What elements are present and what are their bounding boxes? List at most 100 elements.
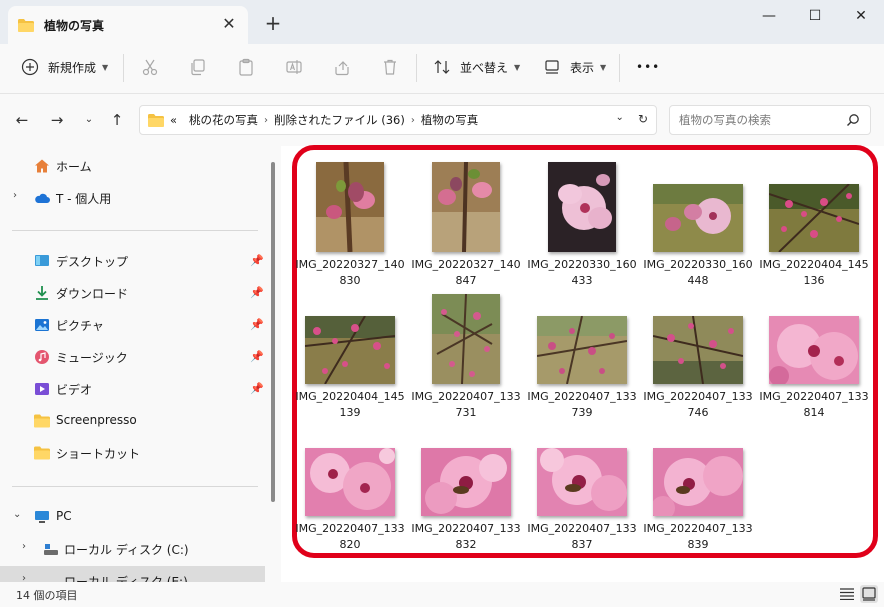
sidebar-item-downloads[interactable]: ダウンロード 📌 xyxy=(0,278,265,308)
cut-button[interactable] xyxy=(140,44,160,90)
back-arrow-icon[interactable]: ← xyxy=(12,110,32,130)
file-name: IMG_20220407_133746 xyxy=(643,390,753,419)
trash-icon xyxy=(380,57,400,77)
large-icons-view-icon[interactable] xyxy=(860,585,878,603)
sidebar-item-music[interactable]: ミュージック 📌 xyxy=(0,342,265,372)
sidebar-item-screenpresso[interactable]: Screenpresso xyxy=(0,406,265,436)
search-icon xyxy=(847,114,859,126)
chevron-down-icon: ▼ xyxy=(102,62,109,72)
maximize-button[interactable]: ☐ xyxy=(792,0,838,32)
file-item[interactable]: IMG_20220407_133731 xyxy=(411,292,521,422)
tab-plant-photos[interactable]: 植物の写真 ✕ xyxy=(8,6,248,44)
file-item[interactable]: IMG_20220404_145136 xyxy=(759,160,869,290)
share-button[interactable] xyxy=(332,44,352,90)
file-name: IMG_20220404_145139 xyxy=(295,390,405,419)
plus-circle-icon xyxy=(20,57,40,77)
paste-button[interactable] xyxy=(236,44,256,90)
sidebar-item-label: PC xyxy=(56,509,72,523)
file-item[interactable]: IMG_20220407_133739 xyxy=(527,292,637,422)
file-item[interactable]: IMG_20220407_133837 xyxy=(527,424,637,554)
rename-icon xyxy=(284,57,304,77)
new-button[interactable]: 新規作成 ▼ xyxy=(20,44,108,90)
view-button[interactable]: 表示 ▼ xyxy=(542,44,606,90)
photo-thumbnail xyxy=(305,316,395,384)
new-tab-button[interactable]: + xyxy=(262,12,284,34)
file-name: IMG_20220404_145136 xyxy=(759,258,869,287)
tab-close-button[interactable]: ✕ xyxy=(220,15,238,33)
view-button-label: 表示 xyxy=(570,60,595,75)
file-item[interactable]: IMG_20220407_133839 xyxy=(643,424,753,554)
search-input[interactable]: 植物の写真の検索 xyxy=(669,105,871,135)
folder-icon xyxy=(34,414,50,428)
refresh-icon[interactable]: ↻ xyxy=(638,112,648,126)
pin-icon[interactable]: 📌 xyxy=(250,382,264,395)
file-item[interactable]: IMG_20220407_133832 xyxy=(411,424,521,554)
file-item[interactable]: IMG_20220327_140830 xyxy=(295,160,405,290)
sidebar-item-label: ホーム xyxy=(56,160,92,174)
up-arrow-icon[interactable]: ↑ xyxy=(107,110,127,130)
sidebar-item-desktop[interactable]: デスクトップ 📌 xyxy=(0,246,265,276)
photo-thumbnail xyxy=(537,316,627,384)
sort-button[interactable]: 並べ替え ▼ xyxy=(432,44,520,90)
file-item[interactable]: IMG_20220330_160448 xyxy=(643,160,753,290)
close-window-button[interactable]: ✕ xyxy=(838,0,884,32)
chevron-down-icon[interactable]: ⌄ xyxy=(13,509,21,520)
forward-arrow-icon[interactable]: → xyxy=(47,110,67,130)
chevron-right-icon[interactable]: › xyxy=(22,573,26,582)
details-view-icon[interactable] xyxy=(838,585,856,603)
sidebar-item-onedrive[interactable]: › T - 個人用 xyxy=(0,183,265,213)
file-name: IMG_20220327_140830 xyxy=(295,258,405,287)
breadcrumb-item[interactable]: 植物の写真 xyxy=(421,112,479,128)
address-bar[interactable]: « 桃の花の写真 › 削除されたファイル (36) › 植物の写真 ⌄ ↻ xyxy=(139,105,657,135)
breadcrumb-item[interactable]: 削除されたファイル (36) xyxy=(274,112,405,128)
toolbar-divider xyxy=(619,54,620,82)
sidebar-item-videos[interactable]: ビデオ 📌 xyxy=(0,374,265,404)
copy-icon xyxy=(188,57,208,77)
file-name: IMG_20220407_133820 xyxy=(295,522,405,551)
sort-icon xyxy=(432,57,452,77)
chevron-right-icon[interactable]: › xyxy=(22,541,26,552)
breadcrumb-chevron-icon: › xyxy=(410,114,415,126)
file-item[interactable]: IMG_20220407_133814 xyxy=(759,292,869,422)
more-options-button[interactable]: ••• xyxy=(636,44,660,90)
sidebar-item-label: ダウンロード xyxy=(56,287,129,301)
recent-locations-chevron-icon[interactable]: ⌄ xyxy=(79,110,99,130)
delete-button[interactable] xyxy=(380,44,400,90)
chevron-right-icon[interactable]: › xyxy=(13,190,17,201)
sidebar-item-disk-c[interactable]: › ローカル ディスク (C:) xyxy=(0,534,265,564)
pin-icon[interactable]: 📌 xyxy=(250,318,264,331)
title-bar: 植物の写真 ✕ + — ☐ ✕ xyxy=(0,0,884,44)
file-item[interactable]: IMG_20220407_133746 xyxy=(643,292,753,422)
breadcrumb-overflow[interactable]: « xyxy=(170,113,177,127)
pin-icon[interactable]: 📌 xyxy=(250,286,264,299)
breadcrumb-chevron-icon: › xyxy=(264,114,269,126)
item-count: 14 個の項目 xyxy=(16,589,78,602)
sidebar-scrollbar[interactable] xyxy=(271,162,275,502)
drive-icon xyxy=(43,573,59,582)
photo-thumbnail xyxy=(769,184,859,252)
sidebar-divider xyxy=(12,486,258,487)
pictures-icon xyxy=(35,319,49,331)
breadcrumb-item[interactable]: 桃の花の写真 xyxy=(189,112,258,128)
file-name: IMG_20220330_160433 xyxy=(527,258,637,287)
minimize-button[interactable]: — xyxy=(746,0,792,32)
address-row: ← → ⌄ ↑ « 桃の花の写真 › 削除されたファイル (36) › 植物の写… xyxy=(0,94,884,146)
copy-button[interactable] xyxy=(188,44,208,90)
file-item[interactable]: IMG_20220404_145139 xyxy=(295,292,405,422)
photo-thumbnail xyxy=(653,316,743,384)
photo-thumbnail xyxy=(305,448,395,516)
sidebar-item-shortcut[interactable]: ショートカット xyxy=(0,438,265,468)
pin-icon[interactable]: 📌 xyxy=(250,254,264,267)
file-item[interactable]: IMG_20220407_133820 xyxy=(295,424,405,554)
sidebar-item-home[interactable]: ホーム xyxy=(0,151,265,181)
sidebar-item-disk-e[interactable]: › ローカル ディスク (E:) xyxy=(0,566,265,582)
photo-thumbnail xyxy=(432,162,500,252)
file-item[interactable]: IMG_20220327_140847 xyxy=(411,160,521,290)
address-history-chevron-icon[interactable]: ⌄ xyxy=(616,112,624,126)
rename-button[interactable] xyxy=(284,44,304,90)
file-item[interactable]: IMG_20220330_160433 xyxy=(527,160,637,290)
view-icon xyxy=(542,57,562,77)
sidebar-item-pc[interactable]: ⌄ PC xyxy=(0,502,265,532)
sidebar-item-pictures[interactable]: ピクチャ 📌 xyxy=(0,310,265,340)
pin-icon[interactable]: 📌 xyxy=(250,350,264,363)
